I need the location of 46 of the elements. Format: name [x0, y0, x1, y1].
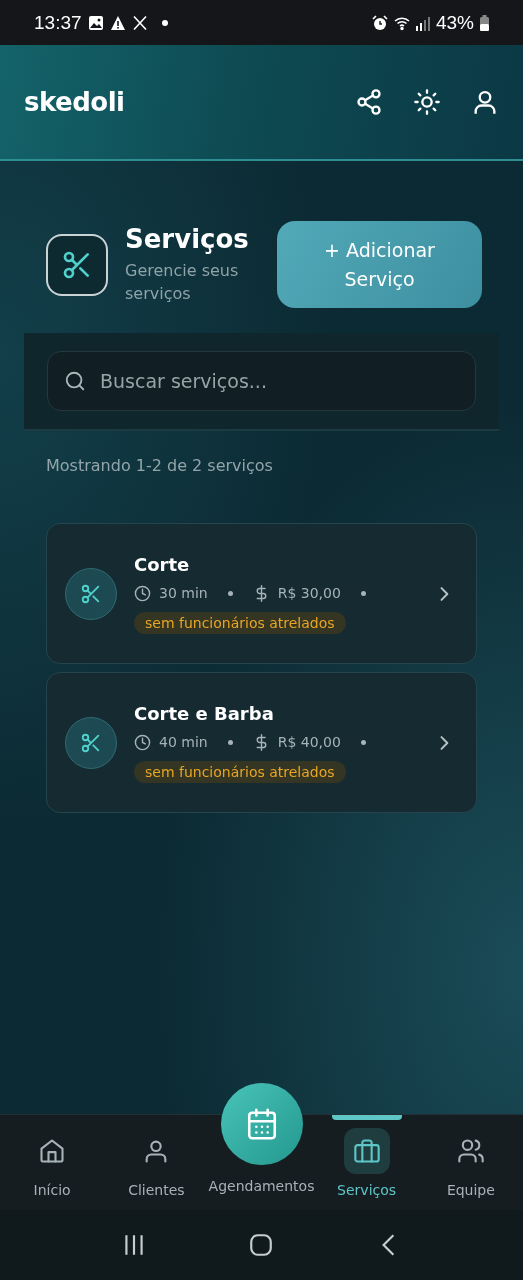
nav-tab[interactable]: Equipe [418, 1115, 523, 1210]
nav-tab[interactable]: Clientes [104, 1115, 209, 1210]
x-logo-icon [131, 14, 148, 31]
service-price: R$ 30,00 [277, 585, 341, 601]
status-badge: sem funcionários atrelados [134, 611, 346, 634]
nav-tab[interactable]: Serviços [314, 1115, 419, 1210]
separator-dot [360, 590, 366, 596]
battery-percent: 43% [435, 11, 474, 34]
nav-tab[interactable]: Início [0, 1115, 105, 1210]
service-card[interactable]: Corte 30 min R$ 30,00 sem funcionários atrelados [46, 523, 477, 664]
clock-icon [134, 584, 151, 602]
alarm-icon [371, 14, 388, 31]
service-duration: 40 min [159, 734, 208, 750]
search-field[interactable]: Buscar serviços... [47, 351, 476, 411]
service-duration: 30 min [159, 585, 208, 601]
briefcase-icon [352, 1137, 381, 1165]
nav-tab[interactable]: Agendamentos [208, 1178, 315, 1194]
results-count: Mostrando 1-2 de 2 serviços [46, 456, 274, 475]
warning-icon [109, 14, 126, 31]
clock-icon [134, 733, 151, 751]
home-button-icon[interactable] [248, 1232, 275, 1258]
service-name: Corte e Barba [134, 702, 275, 724]
app-logo: skedoli [24, 87, 126, 117]
wifi-icon [393, 14, 410, 31]
service-price: R$ 40,00 [277, 734, 341, 750]
signal-icon [415, 14, 430, 31]
page-subtitle: Gerencie seus serviços [125, 260, 240, 305]
separator-dot [227, 739, 233, 745]
status-badge: sem funcionários atrelados [134, 760, 346, 783]
scissors-icon [80, 582, 102, 605]
notification-dot-icon [161, 19, 168, 26]
service-name: Corte [134, 553, 191, 575]
separator-dot [360, 739, 366, 745]
share-icon[interactable] [355, 88, 383, 116]
battery-icon [480, 14, 489, 31]
sun-icon[interactable] [413, 88, 441, 116]
active-indicator [331, 1115, 402, 1120]
page-title: Serviços [125, 224, 250, 255]
service-card[interactable]: Corte e Barba 40 min R$ 40,00 sem funcionários atrelados [46, 672, 477, 813]
search-icon [64, 370, 86, 392]
image-icon [87, 14, 104, 31]
people-icon [456, 1137, 485, 1165]
scissors-icon [80, 731, 102, 754]
separator-dot [227, 590, 233, 596]
home-icon [38, 1137, 67, 1165]
clock-time: 13:37 [34, 11, 82, 34]
